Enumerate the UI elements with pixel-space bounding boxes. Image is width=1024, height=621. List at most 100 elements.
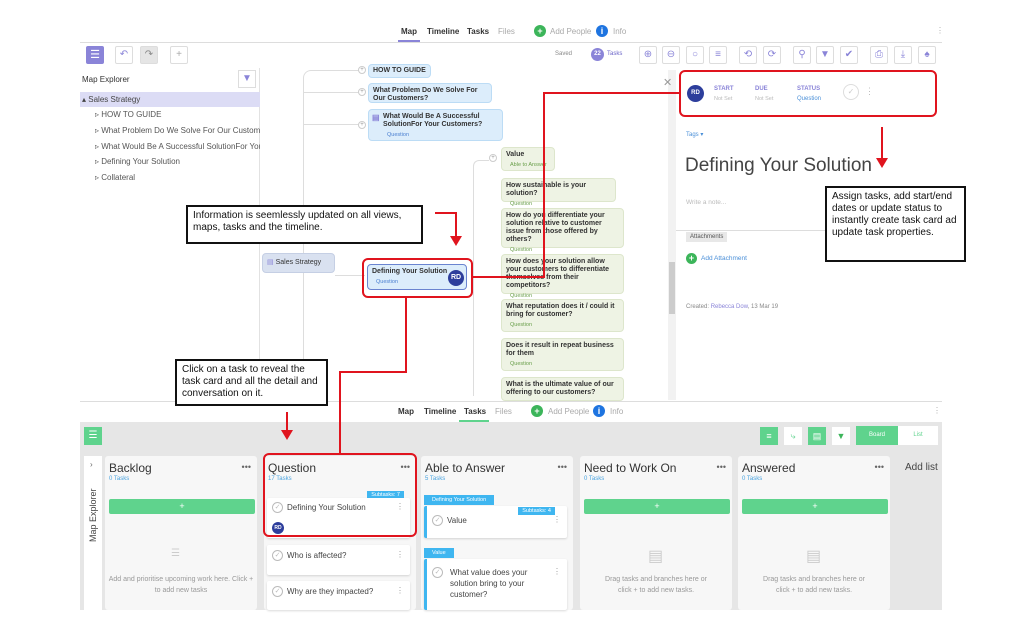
task-card[interactable]: Subtasks: 4 ✓ Value ⋮: [424, 506, 567, 538]
root-node[interactable]: ▤ Sales Strategy: [262, 253, 335, 273]
expand-icon[interactable]: +: [489, 154, 497, 162]
expand-icon[interactable]: +: [358, 66, 366, 74]
tasks-button[interactable]: Tasks: [607, 51, 622, 57]
download-icon[interactable]: ⤓: [894, 46, 912, 64]
task-title[interactable]: Defining Your Solution: [685, 155, 872, 177]
check-icon[interactable]: ✓: [432, 567, 443, 578]
info-button[interactable]: Info: [613, 27, 626, 36]
close-icon[interactable]: ✕: [663, 76, 672, 89]
layout-icon[interactable]: ⟲: [739, 46, 757, 64]
add-people-icon[interactable]: +: [534, 25, 546, 37]
outline-icon[interactable]: ≡: [709, 46, 727, 64]
add-task-button[interactable]: +: [742, 499, 888, 514]
add-people-icon[interactable]: +: [531, 405, 543, 417]
redo-icon[interactable]: ↷: [140, 46, 158, 64]
timeline-icon[interactable]: ⤷: [784, 427, 802, 445]
card-menu-icon[interactable]: ⋮: [553, 515, 561, 524]
tab-tasks[interactable]: Tasks: [464, 407, 486, 416]
add-node-icon[interactable]: +: [170, 46, 188, 64]
tab-map[interactable]: Map: [398, 407, 414, 416]
tab-timeline[interactable]: Timeline: [427, 27, 459, 36]
outline-icon[interactable]: ≡: [760, 427, 778, 445]
map-node[interactable]: What reputation does it / could it bring…: [501, 299, 624, 332]
card-menu-icon[interactable]: ⋮: [396, 550, 404, 559]
tags-dropdown[interactable]: Tags ▾: [686, 131, 703, 138]
add-list-button[interactable]: Add list: [905, 462, 938, 473]
add-task-button[interactable]: +: [109, 499, 255, 514]
task-card[interactable]: ✓ Why are they impacted? ⋮: [267, 581, 410, 610]
note-input[interactable]: Write a note...: [686, 199, 726, 206]
add-attachment-icon[interactable]: +: [686, 253, 697, 264]
column-menu-icon[interactable]: •••: [242, 462, 251, 472]
sidebar-item[interactable]: ▹ Collateral: [95, 173, 135, 182]
column-menu-icon[interactable]: •••: [558, 462, 567, 472]
map-explorer-collapsed[interactable]: › Map Explorer: [84, 456, 102, 610]
add-people-button[interactable]: Add People: [550, 27, 591, 36]
filter-icon[interactable]: ▼: [238, 70, 256, 88]
expand-chevron-icon[interactable]: ›: [90, 460, 93, 469]
map-node[interactable]: ▤ What Would Be A Successful SolutionFor…: [368, 109, 503, 141]
tab-files[interactable]: Files: [495, 407, 512, 416]
list-view-icon[interactable]: ☰: [84, 427, 102, 445]
check-icon[interactable]: ✓: [432, 515, 443, 526]
map-node[interactable]: How sustainable is your solution? Questio…: [501, 178, 616, 207]
map-explorer-label: Map Explorer: [88, 488, 98, 542]
notifications-icon[interactable]: ♠: [918, 46, 936, 64]
task-card[interactable]: ✓ Who is affected? ⋮: [267, 545, 410, 575]
rotate-icon[interactable]: ⟳: [763, 46, 781, 64]
column-menu-icon[interactable]: •••: [717, 462, 726, 472]
column-title: Need to Work On: [584, 461, 677, 475]
card-view-icon[interactable]: ▤: [808, 427, 826, 445]
info-icon[interactable]: i: [593, 405, 605, 417]
created-by[interactable]: Rebecca Dow: [711, 304, 748, 310]
scrollbar-thumb[interactable]: [669, 262, 675, 314]
zoom-out-icon[interactable]: ⊖: [662, 46, 680, 64]
zoom-in-icon[interactable]: ⊕: [639, 46, 657, 64]
add-people-button[interactable]: Add People: [548, 407, 589, 416]
expand-icon[interactable]: +: [358, 88, 366, 96]
map-scrollbar[interactable]: [668, 70, 676, 400]
check-icon[interactable]: ✓: [272, 586, 283, 597]
card-menu-icon[interactable]: ⋮: [396, 586, 404, 595]
sidebar-item[interactable]: ▹ Defining Your Solution: [95, 157, 180, 166]
tab-files[interactable]: Files: [498, 27, 515, 36]
map-node[interactable]: How do you differentiate your solution r…: [501, 208, 624, 253]
list-toggle[interactable]: List: [898, 426, 938, 445]
sidebar-item[interactable]: ▹ HOW TO GUIDE: [95, 110, 255, 119]
filter-icon[interactable]: ▼: [816, 46, 834, 64]
filter-icon[interactable]: ▼: [832, 427, 850, 445]
info-icon[interactable]: i: [596, 25, 608, 37]
map-node[interactable]: What is the ultimate value of our offeri…: [501, 377, 624, 401]
check-all-icon[interactable]: ✔: [840, 46, 858, 64]
more-menu-icon[interactable]: ⋮: [936, 26, 944, 35]
more-menu-icon[interactable]: ⋮: [933, 406, 941, 415]
map-node[interactable]: Value Able to Answer: [501, 147, 555, 171]
search-icon[interactable]: ⚲: [793, 46, 811, 64]
node-text: How does your solution allow your custom…: [506, 258, 610, 289]
check-icon[interactable]: ✓: [272, 550, 283, 561]
tab-map[interactable]: Map: [401, 27, 417, 36]
tab-tasks[interactable]: Tasks: [467, 27, 489, 36]
expand-icon[interactable]: +: [358, 121, 366, 129]
add-attachment-button[interactable]: Add Attachment: [701, 255, 747, 262]
card-menu-icon[interactable]: ⋮: [553, 567, 561, 576]
map-node[interactable]: Does it result in repeat business for th…: [501, 338, 624, 371]
empty-message: Add and prioritise upcoming work here. C…: [108, 576, 254, 594]
print-icon[interactable]: ⎙: [870, 46, 888, 64]
sidebar-item[interactable]: ▹ What Would Be A Successful SolutionFor…: [95, 142, 260, 151]
map-node[interactable]: HOW TO GUIDE: [368, 64, 431, 78]
column-menu-icon[interactable]: •••: [875, 462, 884, 472]
info-button[interactable]: Info: [610, 407, 623, 416]
add-task-button[interactable]: +: [584, 499, 730, 514]
arrow-head: [876, 158, 888, 168]
map-node[interactable]: What Problem Do We Solve For Our Custome…: [368, 83, 492, 103]
center-icon[interactable]: ○: [686, 46, 704, 64]
list-view-icon[interactable]: ☰: [86, 46, 104, 64]
map-node[interactable]: How does your solution allow your custom…: [501, 254, 624, 299]
tab-timeline[interactable]: Timeline: [424, 407, 456, 416]
task-count-badge[interactable]: 22: [591, 48, 604, 61]
sidebar-item[interactable]: ▹ What Problem Do We Solve For Our Custo…: [95, 126, 260, 135]
undo-icon[interactable]: ↶: [115, 46, 133, 64]
task-card[interactable]: ✓ What value does your solution bring to…: [424, 559, 567, 610]
board-toggle[interactable]: Board: [856, 426, 898, 445]
